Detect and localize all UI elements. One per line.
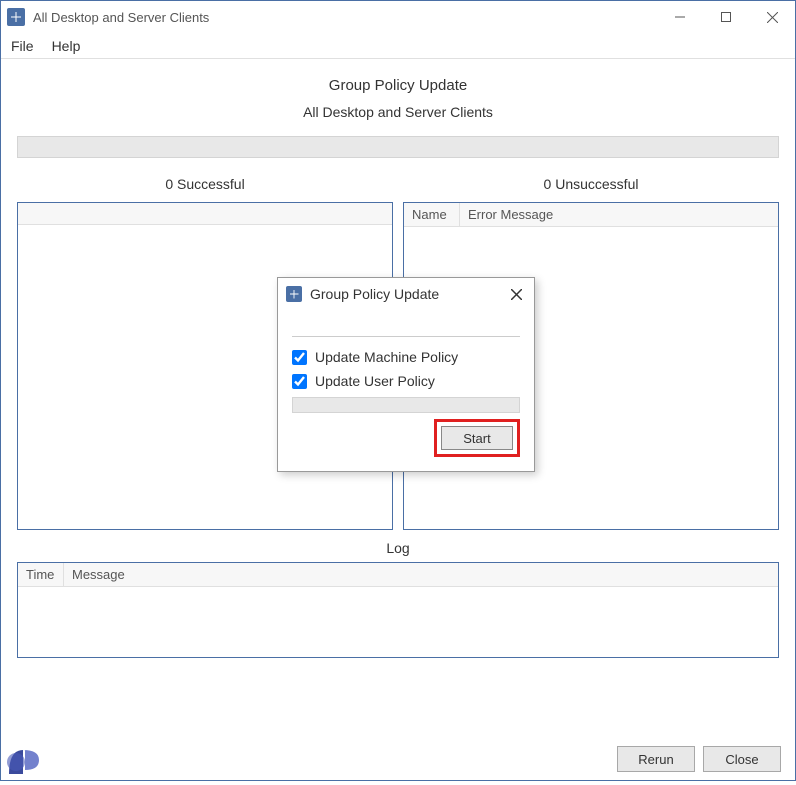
checkbox-user-input[interactable] xyxy=(292,374,307,389)
checkbox-user-label: Update User Policy xyxy=(315,373,435,389)
checkbox-update-user-policy[interactable]: Update User Policy xyxy=(292,373,520,389)
close-window-button[interactable] xyxy=(749,1,795,33)
dialog-progress-bar xyxy=(292,397,520,413)
dialog-close-button[interactable] xyxy=(506,284,526,304)
log-panel[interactable]: Time Message xyxy=(17,562,779,658)
dialog-body: Update Machine Policy Update User Policy… xyxy=(278,336,534,471)
col-time[interactable]: Time xyxy=(18,563,64,586)
checkbox-update-machine-policy[interactable]: Update Machine Policy xyxy=(292,349,520,365)
successful-label: 0 Successful xyxy=(17,158,393,202)
dialog-titlebar: Group Policy Update xyxy=(278,278,534,310)
unsuccessful-label: 0 Unsuccessful xyxy=(403,158,779,202)
menu-help[interactable]: Help xyxy=(52,38,81,54)
window-title: All Desktop and Server Clients xyxy=(33,10,657,25)
unsuccessful-header-row: Name Error Message xyxy=(404,203,778,227)
menu-file[interactable]: File xyxy=(11,38,34,54)
close-button[interactable]: Close xyxy=(703,746,781,772)
window-controls xyxy=(657,1,795,33)
checkbox-machine-label: Update Machine Policy xyxy=(315,349,458,365)
dialog-app-icon xyxy=(286,286,302,302)
start-button[interactable]: Start xyxy=(441,426,513,450)
successful-list-header xyxy=(18,203,392,225)
app-icon xyxy=(7,8,25,26)
col-message[interactable]: Message xyxy=(64,563,778,586)
col-name[interactable]: Name xyxy=(404,203,460,226)
page-subheading: All Desktop and Server Clients xyxy=(13,104,783,120)
close-icon xyxy=(511,289,522,300)
log-label: Log xyxy=(13,540,783,556)
dialog-group-policy-update: Group Policy Update Update Machine Polic… xyxy=(277,277,535,472)
dialog-title: Group Policy Update xyxy=(310,286,506,302)
menubar: File Help xyxy=(1,33,795,59)
watermark-logo xyxy=(1,736,51,780)
dialog-start-wrap: Start xyxy=(292,419,520,457)
log-header-row: Time Message xyxy=(18,563,778,587)
rerun-button[interactable]: Rerun xyxy=(617,746,695,772)
minimize-icon xyxy=(675,12,685,22)
checkbox-machine-input[interactable] xyxy=(292,350,307,365)
maximize-icon xyxy=(721,12,731,22)
start-button-highlight: Start xyxy=(434,419,520,457)
footer-buttons: Rerun Close xyxy=(617,746,781,772)
page-heading: Group Policy Update xyxy=(13,77,783,94)
main-progress-bar xyxy=(17,136,779,158)
dialog-divider xyxy=(292,336,520,337)
maximize-button[interactable] xyxy=(703,1,749,33)
close-icon xyxy=(767,12,778,23)
titlebar: All Desktop and Server Clients xyxy=(1,1,795,33)
col-error-message[interactable]: Error Message xyxy=(460,203,778,226)
minimize-button[interactable] xyxy=(657,1,703,33)
